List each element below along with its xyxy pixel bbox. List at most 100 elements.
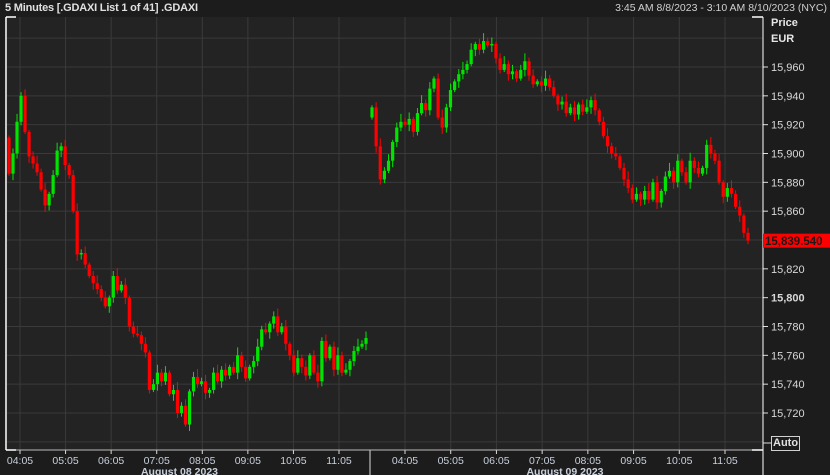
candle-body	[159, 372, 164, 382]
candle-body	[688, 160, 692, 183]
candle	[618, 154, 622, 171]
candle-body	[386, 160, 391, 171]
candle-body	[568, 107, 572, 114]
candle-body	[139, 335, 143, 344]
candle-body	[746, 232, 750, 241]
candle-body	[340, 355, 344, 373]
y-tick-label: 15,740	[771, 379, 805, 391]
candle-body	[539, 81, 544, 86]
candle-body	[320, 340, 324, 382]
candle-body	[630, 188, 634, 200]
candle-body	[490, 43, 494, 46]
candle-body	[424, 103, 428, 111]
candle-body	[272, 316, 276, 324]
candle-body	[187, 391, 192, 425]
price-axis-label: Price	[771, 17, 798, 29]
candle-body	[47, 193, 51, 206]
candle-body	[502, 64, 506, 70]
y-tick-label: 15,900	[771, 149, 805, 161]
candle	[374, 102, 378, 153]
x-tick-label: 09:05	[620, 455, 646, 467]
candle-body	[576, 104, 581, 115]
candle-body	[304, 366, 308, 376]
candle-body	[548, 78, 552, 88]
candle-body	[151, 384, 156, 390]
candle	[7, 135, 11, 176]
candle-body	[316, 372, 320, 382]
candle-body	[91, 276, 95, 284]
x-tick-label: 11:05	[326, 455, 352, 467]
candle-body	[107, 297, 111, 307]
candle-body	[692, 160, 696, 168]
candle-body	[324, 340, 328, 359]
candle-body	[515, 71, 519, 79]
candle-body	[610, 146, 614, 154]
candle-body	[51, 175, 55, 194]
candle-body	[589, 100, 593, 108]
candle-body	[498, 58, 502, 70]
candle-body	[312, 355, 316, 373]
candle-body	[477, 43, 482, 50]
candle-body	[27, 131, 31, 157]
candle-body	[622, 167, 626, 180]
y-tick-label: 15,720	[771, 408, 805, 420]
candle-body	[7, 137, 11, 174]
candle-body	[75, 211, 79, 255]
candle-body	[95, 283, 99, 290]
candle-body	[127, 297, 131, 327]
candle-body	[605, 136, 610, 147]
x-tick-label: 06:05	[98, 455, 124, 467]
candle	[328, 344, 332, 361]
candle-body	[721, 182, 725, 197]
candle-body	[585, 107, 589, 112]
candle-body	[667, 170, 672, 177]
candle-body	[432, 78, 436, 89]
candle-body	[163, 372, 168, 382]
y-tick-label: 15,780	[771, 322, 805, 334]
candle-body	[31, 156, 35, 164]
candle	[340, 351, 344, 377]
x-tick-label: 05:05	[438, 455, 464, 467]
auto-scale-button[interactable]: Auto	[771, 436, 801, 451]
candle-body	[626, 179, 630, 189]
candle-body	[638, 193, 643, 200]
candle-body	[71, 175, 75, 212]
candle-body	[55, 150, 59, 176]
candle-body	[510, 71, 515, 75]
date-label: August 08 2023	[141, 466, 218, 475]
candle-body	[453, 81, 457, 91]
candle-body	[680, 160, 684, 173]
candle-body	[647, 190, 651, 200]
candle-body	[135, 333, 139, 336]
candle	[87, 262, 91, 279]
candle-body	[207, 389, 212, 393]
chart-title: 5 Minutes [.GDAXI List 1 of 41] .GDAXI	[5, 2, 198, 14]
candle	[436, 73, 440, 120]
candle-body	[581, 104, 585, 112]
x-tick-label: 11:05	[712, 455, 738, 467]
candle-body	[614, 153, 618, 157]
currency-label: EUR	[771, 33, 795, 45]
candle-body	[461, 69, 465, 75]
y-tick-label: 15,800	[771, 293, 805, 305]
candle-body	[696, 167, 701, 174]
candle-body	[59, 146, 63, 151]
candle-body	[248, 366, 252, 379]
date-range: 3:45 AM 8/8/2023 - 3:10 AM 8/10/2023 (NY…	[615, 2, 827, 14]
candle-body	[67, 165, 71, 176]
candle-body	[403, 121, 407, 125]
candle-body	[597, 110, 601, 122]
candle-body	[103, 297, 107, 307]
candle-body	[419, 103, 424, 114]
candle-body	[183, 405, 188, 425]
candlestick-chart[interactable]: 15,720 15,740 15,760 15,780 15,800 15,820 15,8…	[0, 0, 830, 475]
candle-body	[444, 107, 448, 128]
y-tick-label: 15,960	[771, 62, 805, 74]
candle	[75, 203, 79, 261]
candle-body	[360, 343, 364, 347]
candle-body	[481, 41, 486, 50]
candle	[23, 89, 27, 135]
candle-body	[684, 172, 688, 183]
candle	[248, 364, 252, 381]
candle	[127, 295, 131, 332]
